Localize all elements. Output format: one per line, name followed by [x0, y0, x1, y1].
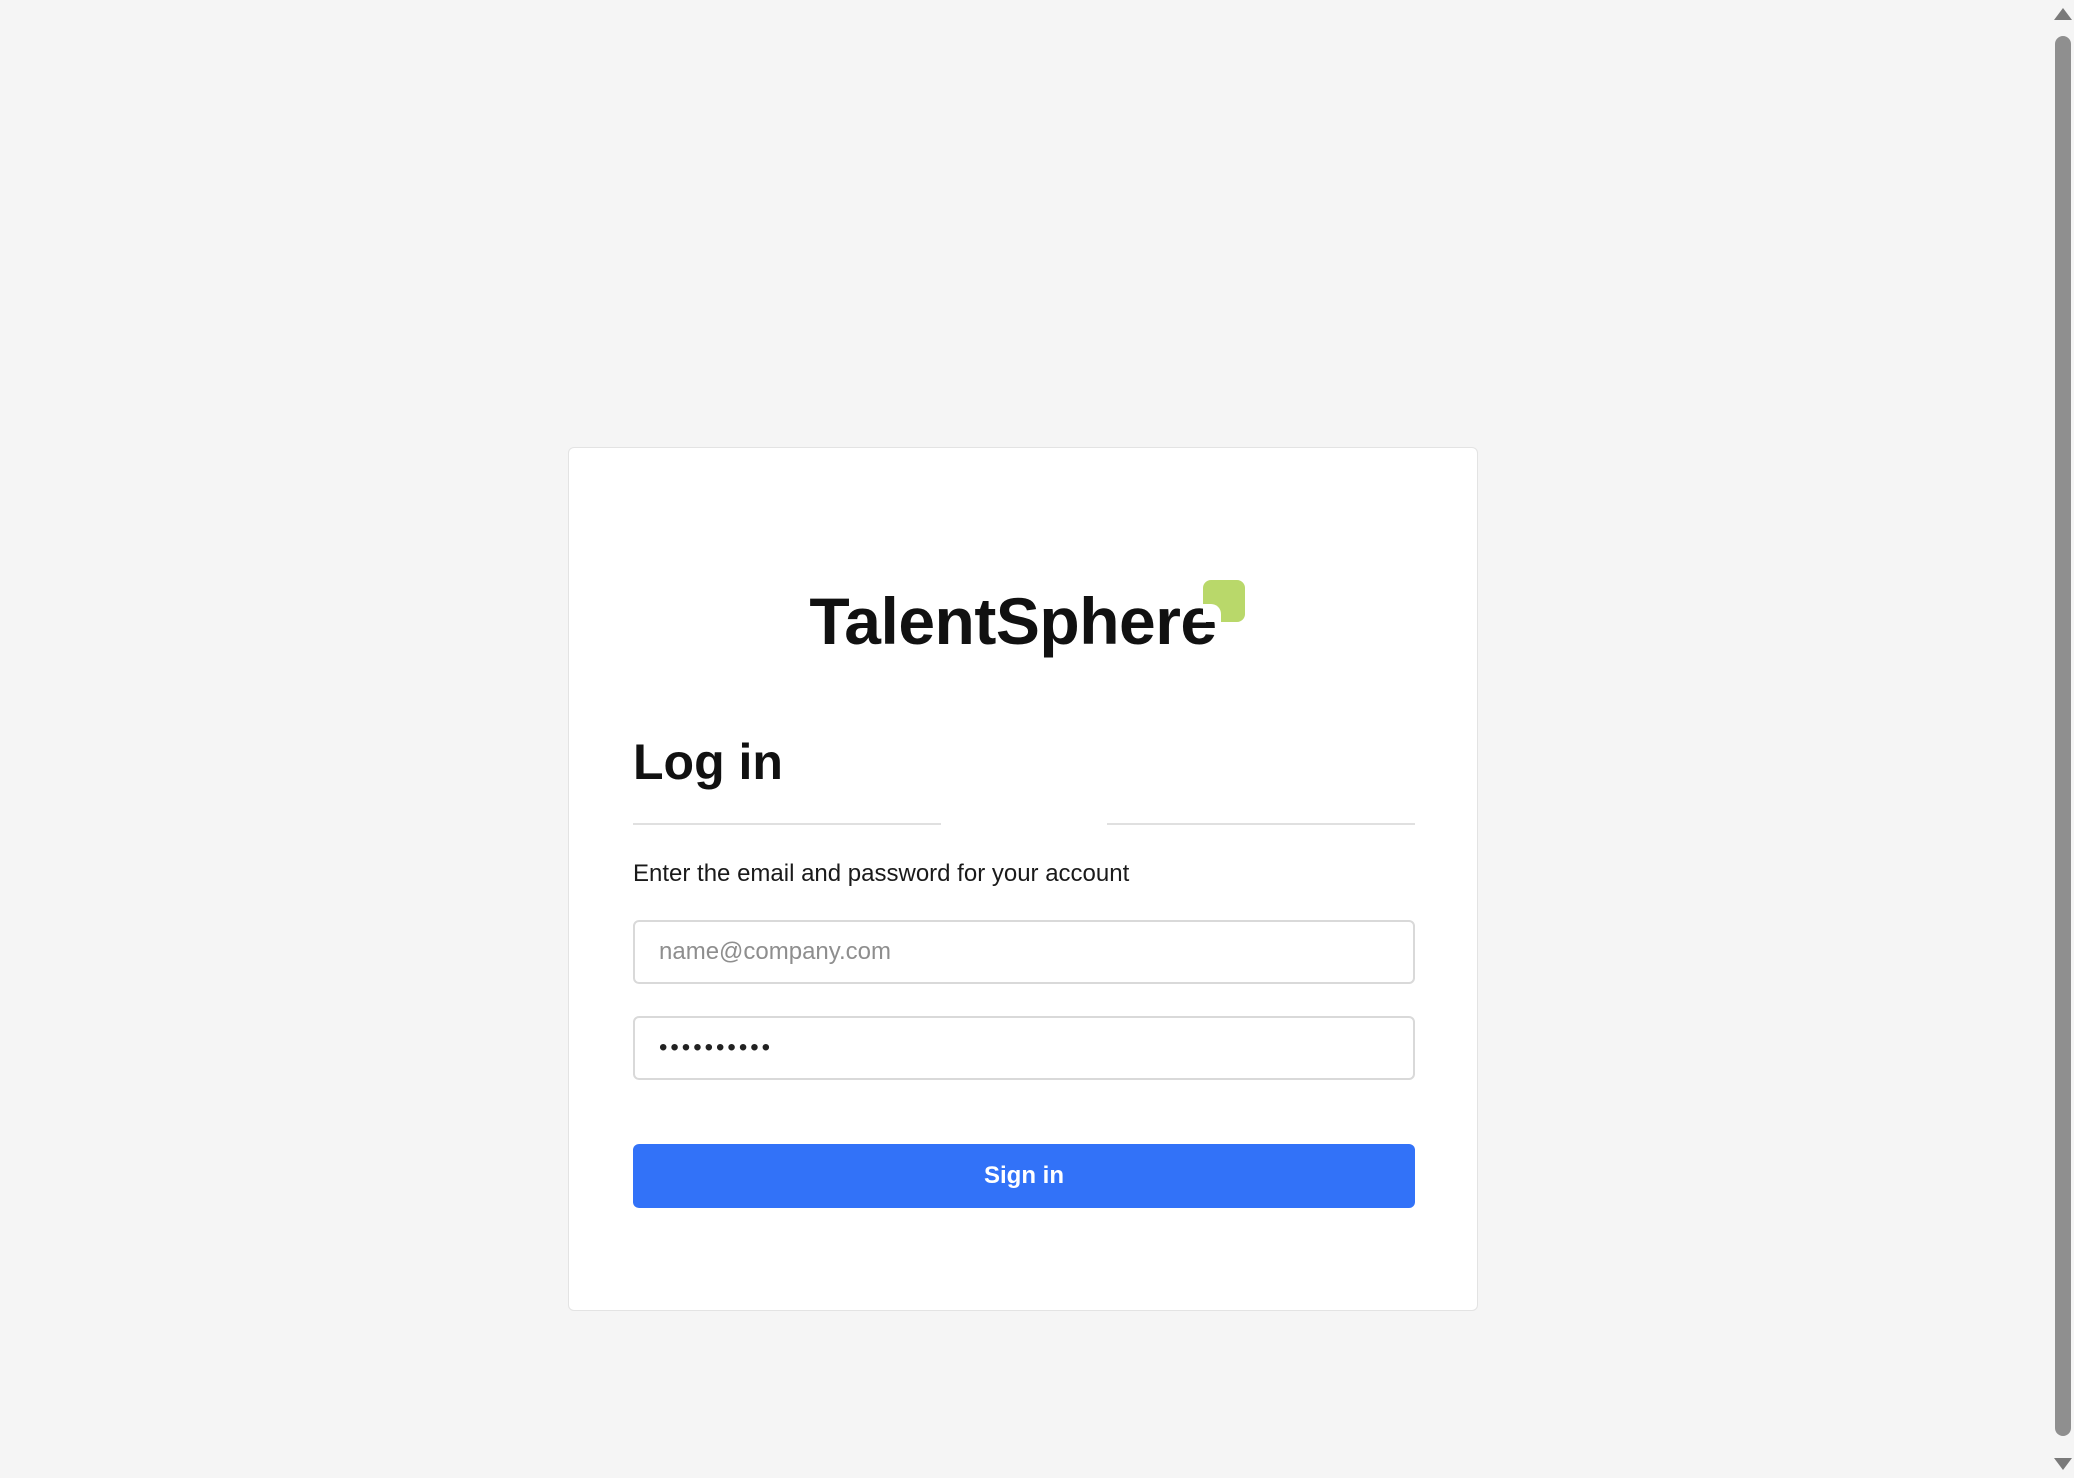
login-instructions: Enter the email and password for your ac…: [633, 860, 1130, 887]
email-field[interactable]: [633, 920, 1415, 984]
login-card: TalentSphere Log in Enter the email and …: [568, 447, 1478, 1311]
scrollbar-thumb[interactable]: [2055, 36, 2071, 1436]
password-field[interactable]: [633, 1016, 1415, 1080]
brand-logo-wordmark: TalentSphere: [809, 576, 1245, 666]
vertical-scrollbar[interactable]: [2050, 0, 2074, 1478]
page-title: Log in: [633, 734, 783, 790]
divider-left: [633, 823, 941, 825]
brand-logo: TalentSphere: [569, 576, 1477, 666]
scroll-up-arrow-icon[interactable]: [2054, 8, 2072, 20]
brand-name: TalentSphere: [809, 584, 1217, 658]
login-page: TalentSphere Log in Enter the email and …: [0, 0, 2074, 1478]
sign-in-button[interactable]: Sign in: [633, 1144, 1415, 1208]
scroll-down-arrow-icon[interactable]: [2054, 1458, 2072, 1470]
divider-right: [1107, 823, 1415, 825]
logo-mark-icon: [1202, 580, 1245, 622]
